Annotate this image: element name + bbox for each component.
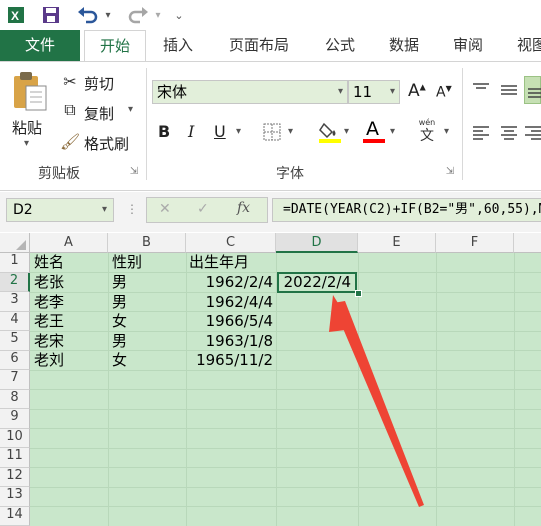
- grow-font-icon[interactable]: A▲: [408, 81, 426, 101]
- tab-page-layout[interactable]: 页面布局: [216, 30, 302, 61]
- excel-logo-icon[interactable]: X: [6, 4, 26, 26]
- font-size-value: 11: [353, 83, 373, 101]
- redo-dropdown-icon[interactable]: ▾: [152, 4, 164, 26]
- font-size-dropdown-icon[interactable]: ▾: [390, 81, 395, 103]
- font-dialog-launcher-icon[interactable]: ⇲: [444, 166, 456, 177]
- name-box[interactable]: D2 ▾: [6, 198, 114, 222]
- align-right-icon[interactable]: [524, 122, 541, 142]
- align-center-icon[interactable]: [498, 122, 520, 142]
- tab-insert[interactable]: 插入: [152, 30, 204, 61]
- formula-buttons: ✕ ✓ fx: [146, 197, 268, 223]
- redo-icon[interactable]: [126, 4, 150, 26]
- font-name-value: 宋体: [157, 83, 188, 101]
- copy-label[interactable]: 复制: [84, 103, 114, 124]
- customize-qat-icon[interactable]: ⌄: [172, 4, 186, 26]
- cancel-icon[interactable]: ✕: [159, 201, 171, 217]
- svg-text:X: X: [11, 9, 19, 23]
- tab-data[interactable]: 数据: [378, 30, 430, 61]
- phonetic-dropdown-icon[interactable]: ▾: [444, 126, 449, 137]
- enter-icon[interactable]: ✓: [197, 201, 209, 217]
- cut-icon[interactable]: ✂: [60, 72, 80, 91]
- middle-align-icon[interactable]: [498, 80, 520, 100]
- underline-dropdown-icon[interactable]: ▾: [236, 126, 241, 137]
- undo-dropdown-icon[interactable]: ▾: [102, 4, 114, 26]
- phonetic-guide-icon[interactable]: wén 文: [416, 118, 438, 146]
- shrink-font-icon[interactable]: A▼: [436, 84, 452, 101]
- borders-dropdown-icon[interactable]: ▾: [288, 126, 293, 137]
- name-box-dropdown-icon[interactable]: ▾: [102, 199, 107, 221]
- borders-icon[interactable]: [262, 122, 282, 142]
- copy-icon[interactable]: ⧉: [60, 100, 80, 120]
- tab-file[interactable]: 文件: [0, 30, 80, 61]
- worksheet-grid[interactable]: A B C D E F 1 2 3 4 5 6 7 8 9 10 11 12 1…: [0, 233, 541, 526]
- font-name-dropdown-icon[interactable]: ▾: [338, 81, 343, 103]
- insert-function-icon[interactable]: fx: [237, 200, 250, 216]
- cut-label[interactable]: 剪切: [84, 73, 114, 94]
- tab-view[interactable]: 视图: [506, 30, 541, 61]
- title-bar: X ▾ ▾ ⌄: [0, 0, 541, 30]
- tab-review[interactable]: 审阅: [442, 30, 494, 61]
- clipboard-dialog-launcher-icon[interactable]: ⇲: [128, 166, 140, 177]
- phonetic-char: 文: [420, 128, 434, 144]
- ribbon: 粘贴 ▾ ✂ 剪切 ⧉ 复制 ▾ 🖌 格式刷 剪贴板 ⇲ 宋体 ▾ 11 ▾ A…: [0, 61, 541, 191]
- bold-button[interactable]: B: [158, 122, 170, 141]
- ribbon-tabs: 文件 开始 插入 页面布局 公式 数据 审阅 视图: [0, 30, 541, 62]
- font-name-select[interactable]: 宋体 ▾: [152, 80, 348, 104]
- annotation-arrow: [329, 295, 424, 507]
- font-color-dropdown-icon[interactable]: ▾: [390, 126, 395, 137]
- ribbon-separator: [146, 68, 147, 180]
- font-size-select[interactable]: 11 ▾: [348, 80, 400, 104]
- ribbon-separator: [462, 68, 463, 180]
- formula-input[interactable]: =DATE(YEAR(C2)+IF(B2="男",60,55),MONTH(C2…: [272, 198, 541, 222]
- formula-bar-grip-icon: ⋮: [126, 202, 138, 216]
- name-box-value: D2: [13, 202, 33, 218]
- font-color-icon[interactable]: A: [362, 118, 386, 144]
- clipboard-group-label: 剪贴板: [38, 166, 80, 182]
- paste-icon[interactable]: [10, 70, 50, 114]
- format-painter-label[interactable]: 格式刷: [84, 133, 129, 154]
- save-icon[interactable]: [40, 4, 62, 26]
- font-color-glyph: A: [366, 118, 379, 140]
- undo-icon[interactable]: [76, 4, 100, 26]
- paste-label[interactable]: 粘贴: [12, 117, 42, 138]
- tab-home[interactable]: 开始: [84, 30, 146, 62]
- font-group-label: 字体: [276, 166, 304, 182]
- italic-button[interactable]: I: [188, 122, 194, 141]
- copy-dropdown-icon[interactable]: ▾: [128, 104, 133, 115]
- fill-color-dropdown-icon[interactable]: ▾: [344, 126, 349, 137]
- tab-formulas[interactable]: 公式: [314, 30, 366, 61]
- align-left-icon[interactable]: [470, 122, 492, 142]
- paste-dropdown-icon[interactable]: ▾: [24, 138, 29, 149]
- fill-color-icon[interactable]: [318, 120, 342, 144]
- top-align-icon[interactable]: [470, 80, 492, 100]
- bottom-align-icon[interactable]: [524, 76, 541, 104]
- format-painter-icon[interactable]: 🖌: [60, 132, 80, 151]
- underline-button[interactable]: U: [214, 122, 226, 141]
